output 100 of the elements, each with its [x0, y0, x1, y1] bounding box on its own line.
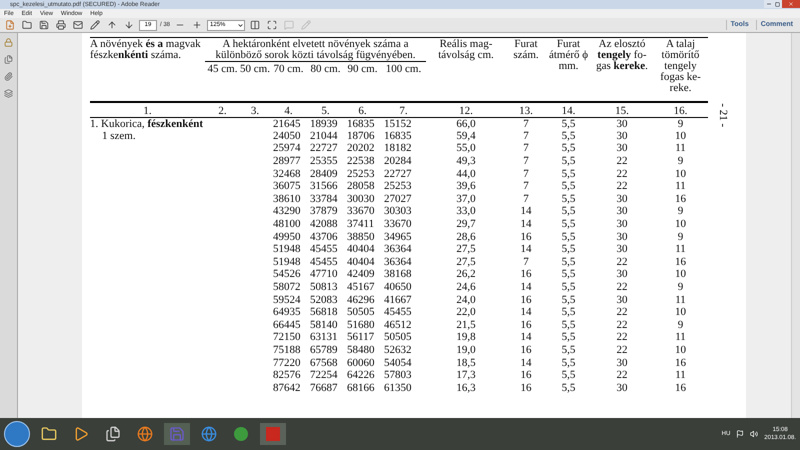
- column-number: 7.: [399, 105, 408, 117]
- table-cell: 38610: [273, 192, 300, 205]
- table-cell: 30: [616, 243, 628, 256]
- table-cell: 15152: [384, 118, 412, 130]
- scrollbar[interactable]: [791, 33, 800, 418]
- table-cell: 72150: [273, 331, 300, 344]
- table-cell: 49,3: [456, 155, 476, 168]
- column-number: 3.: [250, 105, 260, 117]
- table-cell: 22: [616, 256, 628, 268]
- table-cell: 5,5: [562, 243, 576, 256]
- table-cell: 30: [616, 218, 628, 230]
- layers-icon: [4, 89, 13, 98]
- table-cell: 20202: [347, 142, 374, 154]
- table-cell: 21,5: [456, 318, 476, 331]
- table-cell: 22: [616, 306, 628, 318]
- table-cell: 52083: [310, 294, 338, 306]
- table-cell: 5,5: [562, 382, 576, 394]
- table-cell: 16: [520, 344, 532, 356]
- table-cell: 33670: [347, 205, 374, 218]
- table-cell: 30: [616, 142, 628, 154]
- table-cell: 11: [675, 142, 686, 154]
- table-cell: 16: [520, 294, 532, 306]
- close-icon: [788, 1, 794, 7]
- table-cell: 34965: [384, 230, 412, 243]
- table-cell: 32468: [273, 168, 300, 180]
- table-cell: 14: [520, 331, 532, 344]
- table-cell: 54054: [384, 356, 412, 369]
- table-cell: 27,5: [456, 256, 476, 268]
- mail-icon[interactable]: [71, 18, 85, 32]
- table-cell: 22: [616, 281, 628, 294]
- table-cell: 82576: [273, 369, 300, 382]
- column-number: 12.: [459, 105, 473, 117]
- table-cell: 9: [678, 205, 684, 218]
- table-cell: 54526: [273, 268, 300, 280]
- table-cell: 43706: [310, 230, 338, 243]
- table-cell: 5,5: [562, 268, 576, 280]
- table-cell: 40404: [347, 243, 374, 256]
- flag-icon: [736, 430, 744, 438]
- table-cell: 51948: [273, 256, 300, 268]
- column-number: 5.: [321, 105, 330, 117]
- table-cell: 43290: [273, 205, 300, 218]
- table-cell: 27,5: [456, 243, 476, 256]
- table-cell: 22: [616, 168, 628, 180]
- table-cell: 5,5: [562, 130, 576, 142]
- table-cell: 75188: [273, 344, 300, 356]
- table-cell: 22: [616, 344, 628, 356]
- table-cell: 64226: [347, 369, 374, 382]
- table-cell: 16,3: [456, 382, 476, 394]
- table-cell: 16: [675, 382, 686, 394]
- column-number: 16.: [674, 105, 688, 117]
- table-cell: 30: [616, 356, 628, 369]
- table-cell: 14: [520, 356, 532, 369]
- save-icon[interactable]: [37, 18, 51, 32]
- minimize-button[interactable]: [764, 0, 773, 8]
- table-cell: 46296: [347, 294, 374, 306]
- column-heading: Furat átmérő ϕ mm.: [548, 38, 588, 72]
- table-cell: 30: [616, 294, 628, 306]
- table-cell: 68166: [347, 382, 374, 394]
- maximize-button[interactable]: [773, 0, 782, 8]
- table-cell: 26,2: [456, 268, 476, 280]
- table-cell: 55,0: [456, 142, 476, 154]
- table-cell: 9: [678, 281, 684, 294]
- table-cell: 5,5: [562, 205, 576, 218]
- table-cell: 59,4: [456, 130, 476, 142]
- pages-icon: [4, 55, 13, 64]
- table-cell: 5,5: [562, 356, 576, 369]
- table-cell: 19,8: [456, 331, 476, 344]
- table-cell: 24050: [273, 130, 300, 142]
- table-cell: 14: [520, 205, 532, 218]
- table-cell: 14: [520, 243, 532, 256]
- close-button[interactable]: [782, 0, 800, 8]
- column-heading: 50 cm.: [240, 63, 270, 75]
- table-cell: 16: [520, 382, 532, 394]
- column-number: 15.: [615, 105, 629, 117]
- pencil-icon[interactable]: [88, 18, 102, 32]
- table-cell: 28409: [310, 168, 338, 180]
- column-number: 13.: [519, 105, 533, 117]
- table-cell: 65789: [310, 344, 338, 356]
- table-cell: 5,5: [562, 369, 576, 382]
- column-heading: A növények és a magvak fészkenkénti száma.: [90, 38, 201, 61]
- table-cell: 5,5: [562, 256, 576, 268]
- table-cell: 11: [675, 294, 686, 306]
- table-cell: 24,6: [456, 281, 476, 294]
- open-icon[interactable]: [20, 18, 34, 32]
- table-cell: 40650: [384, 281, 412, 294]
- table-cell: 9: [678, 318, 684, 331]
- table-cell: 30: [616, 130, 628, 142]
- table-cell: 60060: [347, 356, 374, 369]
- table-cell: 9: [678, 155, 684, 168]
- table-cell: 33,0: [456, 205, 476, 218]
- table-cell: 16835: [384, 130, 412, 142]
- table-cell: 52632: [384, 344, 412, 356]
- table-cell: 5,5: [562, 155, 576, 168]
- table-cell: 30: [616, 118, 628, 130]
- print-icon[interactable]: [54, 18, 68, 32]
- table-cell: 30030: [347, 192, 374, 205]
- start-button[interactable]: [4, 421, 30, 447]
- table-cell: 7: [523, 118, 529, 130]
- table-cell: 30: [616, 268, 628, 280]
- table-cell: 16: [675, 256, 686, 268]
